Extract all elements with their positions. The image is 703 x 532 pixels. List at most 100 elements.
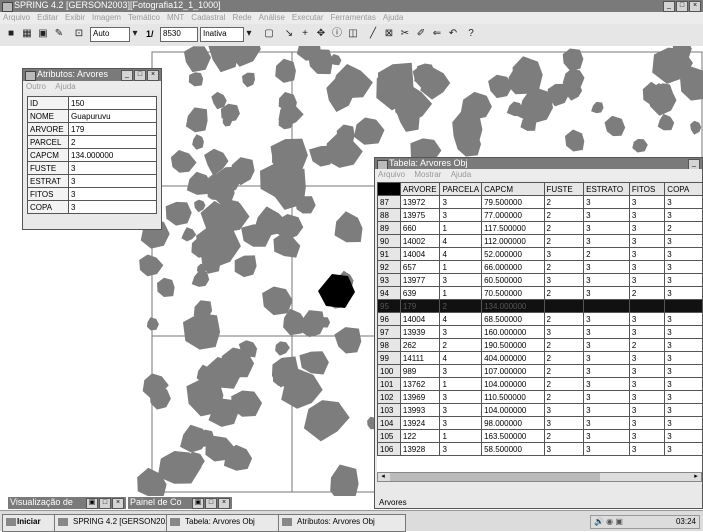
- table-cell[interactable]: 190.500000: [481, 338, 545, 352]
- table-cell[interactable]: 2: [543, 351, 585, 365]
- table-cell[interactable]: 3: [664, 351, 702, 365]
- scrollbar-thumb[interactable]: [390, 473, 600, 481]
- table-cell[interactable]: 2: [543, 195, 585, 209]
- menu-arquivo[interactable]: Arquivo: [378, 170, 405, 179]
- table-cell[interactable]: 4: [439, 234, 483, 248]
- menu-ajuda[interactable]: Ajuda: [55, 82, 75, 91]
- tree-crown[interactable]: [275, 341, 290, 356]
- column-header[interactable]: FUSTE: [543, 182, 585, 196]
- table-cell[interactable]: 3: [439, 273, 483, 287]
- table-cell[interactable]: 3: [664, 390, 702, 404]
- column-header[interactable]: CAPCM: [481, 182, 545, 196]
- table-cell[interactable]: 122: [399, 429, 441, 443]
- table-cell[interactable]: 3: [664, 234, 702, 248]
- tree-crown[interactable]: [183, 46, 211, 73]
- tree-crown[interactable]: [181, 227, 197, 242]
- zoom-select[interactable]: Auto: [90, 27, 130, 42]
- row-number[interactable]: 96: [377, 312, 401, 326]
- attribute-value[interactable]: Guapuruvu: [68, 109, 157, 123]
- row-number[interactable]: 104: [377, 416, 401, 430]
- scale-input[interactable]: 8530: [160, 27, 198, 42]
- table-cell[interactable]: 3: [583, 442, 630, 456]
- tree-crown[interactable]: [326, 77, 354, 112]
- tree-crown[interactable]: [186, 378, 224, 417]
- table-cell[interactable]: 66.000000: [481, 260, 545, 274]
- edit-icon[interactable]: ✐: [414, 27, 428, 41]
- row-number[interactable]: 105: [377, 429, 401, 443]
- table-cell[interactable]: 107.000000: [481, 364, 545, 378]
- row-number[interactable]: 100: [377, 364, 401, 378]
- table-cell[interactable]: 660: [399, 221, 441, 235]
- table-cell[interactable]: 4: [439, 247, 483, 261]
- table-cell[interactable]: 3: [543, 416, 585, 430]
- menu-item[interactable]: Cadastral: [191, 13, 225, 22]
- column-header[interactable]: FITOS: [628, 182, 666, 196]
- line-icon[interactable]: ╱: [366, 27, 380, 41]
- table-row[interactable]: 88 13975 3 77.000000 2 3 3 3: [377, 208, 702, 222]
- pencil-icon[interactable]: ✎: [52, 27, 66, 41]
- restore-button[interactable]: ▣: [86, 498, 98, 509]
- table-cell[interactable]: 3: [583, 260, 630, 274]
- table-cell[interactable]: 3: [543, 299, 585, 313]
- pointer-icon[interactable]: ↘: [282, 27, 296, 41]
- table-cell[interactable]: 3: [583, 273, 630, 287]
- table-cell[interactable]: 2: [543, 260, 585, 274]
- table-cell[interactable]: 2: [628, 286, 666, 300]
- table-cell[interactable]: 3: [543, 247, 585, 261]
- table-cell[interactable]: 3: [583, 234, 630, 248]
- table-cell[interactable]: 2: [543, 364, 585, 378]
- table-cell[interactable]: 3: [664, 299, 702, 313]
- mode-select[interactable]: Inativa: [200, 27, 244, 42]
- menu-item[interactable]: Rede: [233, 13, 252, 22]
- table-cell[interactable]: 3: [439, 442, 483, 456]
- tree-crown[interactable]: [296, 46, 321, 61]
- attribute-value[interactable]: 3: [68, 174, 157, 188]
- maximize-button[interactable]: □: [205, 498, 217, 509]
- table-cell[interactable]: 3: [664, 273, 702, 287]
- table-cell[interactable]: 657: [399, 260, 441, 274]
- table-cell[interactable]: 1: [439, 221, 483, 235]
- tree-crown[interactable]: [604, 115, 626, 137]
- table-cell[interactable]: 3: [628, 351, 666, 365]
- table-cell[interactable]: 3: [664, 442, 702, 456]
- table-cell[interactable]: 117.500000: [481, 221, 545, 235]
- tree-crown[interactable]: [234, 255, 257, 278]
- table-cell[interactable]: 2: [628, 338, 666, 352]
- measure-icon[interactable]: ⊠: [382, 27, 396, 41]
- table-grid-viewport[interactable]: ARVORE PARCELA CAPCM FUSTE ESTRATO FITOS COPA 8…: [377, 182, 702, 472]
- column-header[interactable]: COPA: [664, 182, 702, 196]
- table-cell[interactable]: 13762: [399, 377, 441, 391]
- scroll-left-icon[interactable]: ◂: [378, 473, 388, 481]
- table-cell[interactable]: 60.500000: [481, 273, 545, 287]
- grid-icon[interactable]: ▦: [20, 27, 34, 41]
- table-cell[interactable]: 1: [439, 429, 483, 443]
- cut-icon[interactable]: ✂: [398, 27, 412, 41]
- table-row[interactable]: 93 13977 3 60.500000 3 3 3 3: [377, 273, 702, 287]
- table-cell[interactable]: 13972: [399, 195, 441, 209]
- table-cell[interactable]: 13928: [399, 442, 441, 456]
- tree-crown[interactable]: [192, 134, 204, 150]
- table-row[interactable]: 104 13924 3 98.000000 3 3 3 3: [377, 416, 702, 430]
- table-cell[interactable]: 3: [583, 416, 630, 430]
- tree-crown[interactable]: [690, 120, 702, 135]
- help-icon[interactable]: ?: [464, 27, 478, 41]
- tree-crown[interactable]: [632, 138, 648, 153]
- info-icon[interactable]: ⓘ: [330, 27, 344, 41]
- table-cell[interactable]: 4: [439, 312, 483, 326]
- close-button[interactable]: ×: [112, 498, 124, 509]
- column-header[interactable]: [377, 182, 401, 196]
- table-cell[interactable]: 98.000000: [481, 416, 545, 430]
- row-number[interactable]: 90: [377, 234, 401, 248]
- tree-crown[interactable]: [353, 117, 385, 145]
- tree-crown[interactable]: [185, 107, 208, 133]
- tree-crown[interactable]: [262, 286, 293, 316]
- menu-item[interactable]: Editar: [37, 13, 58, 22]
- scroll-right-icon[interactable]: ▸: [691, 473, 701, 481]
- tray-icons[interactable]: 🔊 ◉ ▣: [591, 516, 623, 528]
- close-button[interactable]: ×: [689, 1, 701, 12]
- table-cell[interactable]: 3: [583, 208, 630, 222]
- column-header[interactable]: PARCELA: [439, 182, 483, 196]
- tree-crown[interactable]: [170, 150, 197, 173]
- table-cell[interactable]: 3: [583, 195, 630, 209]
- table-cell[interactable]: 3: [628, 312, 666, 326]
